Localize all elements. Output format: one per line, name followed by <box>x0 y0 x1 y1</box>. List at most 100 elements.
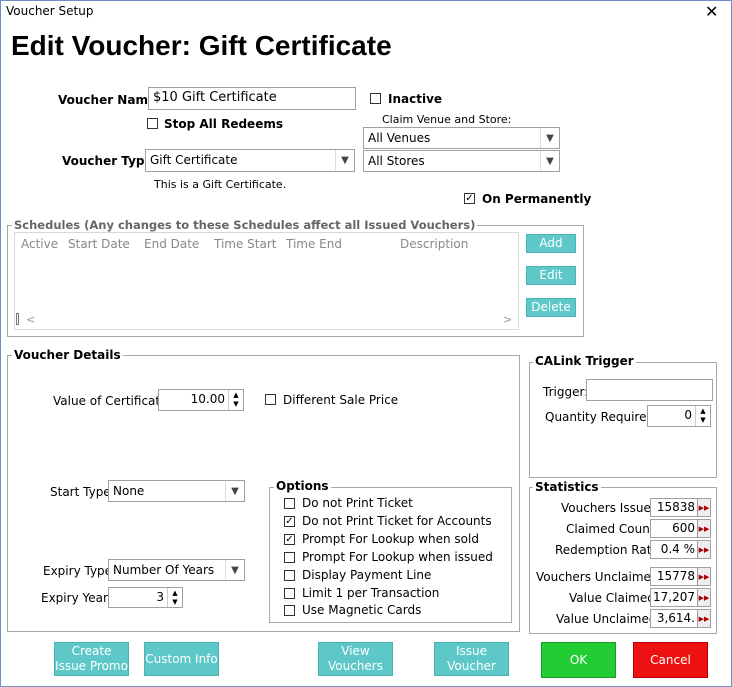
expiry-type-select[interactable]: Number Of Years ▼ <box>108 559 245 581</box>
stat-label: Value Claimed: <box>569 591 659 605</box>
custom-info-button[interactable]: Custom Info <box>144 642 219 676</box>
column-description: Description <box>400 237 469 251</box>
scrollbar-thumb[interactable] <box>16 313 19 325</box>
voucher-type-select[interactable]: Gift Certificate ▼ <box>145 149 355 172</box>
fast-forward-icon[interactable]: ▶▶ <box>697 610 710 627</box>
option-checkbox[interactable]: ✓ <box>284 534 295 545</box>
option-checkbox[interactable] <box>284 588 295 599</box>
spinner-arrows-icon[interactable]: ▲ ▼ <box>167 588 182 607</box>
expiry-years-label: Expiry Years: <box>41 591 119 605</box>
chevron-down-icon: ▼ <box>225 481 244 501</box>
stat-value-box[interactable]: 600 ▶▶ <box>650 519 711 538</box>
trigger-input[interactable] <box>586 379 713 401</box>
option-checkbox[interactable] <box>284 570 295 581</box>
stat-label: Vouchers Unclaimed: <box>536 570 663 584</box>
voucher-name-input[interactable]: $10 Gift Certificate <box>148 87 356 110</box>
option-checkbox[interactable] <box>284 498 295 509</box>
option-label: Do not Print Ticket for Accounts <box>302 514 492 528</box>
fast-forward-icon[interactable]: ▶▶ <box>697 589 710 606</box>
store-select[interactable]: All Stores ▼ <box>363 150 560 172</box>
calink-legend: CALink Trigger <box>533 354 636 368</box>
fast-forward-icon[interactable]: ▶▶ <box>697 520 710 537</box>
stop-redeems-checkbox[interactable] <box>147 118 158 129</box>
fast-forward-icon[interactable]: ▶▶ <box>697 499 710 516</box>
stat-value-box[interactable]: 0.4 % ▶▶ <box>650 540 711 559</box>
stat-label: Redemption Rate: <box>555 543 663 557</box>
on-permanently-checkbox[interactable]: ✓ <box>464 193 475 204</box>
edit-schedule-button[interactable]: Edit <box>526 266 576 285</box>
quantity-required-label: Quantity Required: <box>545 410 659 424</box>
stat-value: 600 <box>672 521 695 535</box>
voucher-name-label: Voucher Name: <box>58 93 161 107</box>
on-permanently-label: On Permanently <box>482 192 592 206</box>
start-type-select[interactable]: None ▼ <box>108 480 245 502</box>
column-active: Active <box>21 237 59 251</box>
inactive-checkbox[interactable] <box>370 93 381 104</box>
stat-value: 15778 <box>656 569 695 583</box>
options-legend: Options <box>274 479 331 493</box>
stat-value: 0.4 % <box>660 542 695 556</box>
quantity-required-input[interactable]: 0 ▲ ▼ <box>647 405 711 427</box>
option-label: Display Payment Line <box>302 568 432 582</box>
fast-forward-icon[interactable]: ▶▶ <box>697 541 710 558</box>
stat-value-box[interactable]: 15778 ▶▶ <box>650 567 711 586</box>
trigger-label: Trigger: <box>543 385 589 399</box>
ok-button[interactable]: OK <box>541 642 616 678</box>
voucher-type-description: This is a Gift Certificate. <box>154 178 287 191</box>
title-bar: Voucher Setup ✕ <box>0 0 732 24</box>
start-type-label: Start Type: <box>50 485 115 499</box>
option-checkbox[interactable] <box>284 552 295 563</box>
option-label: Limit 1 per Transaction <box>302 586 440 600</box>
chevron-down-icon: ▼ <box>335 150 354 171</box>
statistics-legend: Statistics <box>533 480 601 494</box>
cancel-button[interactable]: Cancel <box>633 642 708 678</box>
window-title: Voucher Setup <box>6 4 94 18</box>
scroll-left-icon[interactable]: < <box>26 313 35 326</box>
fast-forward-icon[interactable]: ▶▶ <box>697 568 710 585</box>
value-input[interactable]: 10.00 ▲ ▼ <box>158 389 244 411</box>
stat-value-box[interactable]: 17,207 ▶▶ <box>650 588 711 607</box>
different-sale-price-label: Different Sale Price <box>283 393 399 407</box>
stat-value: 15838 <box>656 500 695 514</box>
option-checkbox[interactable]: ✓ <box>284 516 295 527</box>
voucher-details-legend: Voucher Details <box>12 348 123 362</box>
add-schedule-button[interactable]: Add <box>526 234 576 253</box>
close-icon[interactable]: ✕ <box>705 2 718 21</box>
chevron-down-icon: ▼ <box>540 128 559 148</box>
start-type-value: None <box>113 484 145 498</box>
expiry-type-label: Expiry Type: <box>43 564 117 578</box>
stat-value: 3,614. <box>656 611 695 625</box>
issue-voucher-button[interactable]: Issue Voucher <box>434 642 509 676</box>
different-sale-price-checkbox[interactable] <box>265 394 276 405</box>
chevron-down-icon: ▼ <box>540 151 559 171</box>
view-vouchers-button[interactable]: View Vouchers <box>318 642 393 676</box>
expiry-years-input[interactable]: 3 ▲ ▼ <box>108 587 183 608</box>
chevron-down-icon: ▼ <box>225 560 244 580</box>
value-label: Value of Certificate: <box>53 394 172 408</box>
create-issue-promo-button[interactable]: Create Issue Promo <box>54 642 129 676</box>
column-time-end: Time End <box>286 237 342 251</box>
stat-label: Value Unclaimed: <box>556 612 661 626</box>
option-checkbox[interactable] <box>284 605 295 616</box>
spinner-arrows-icon[interactable]: ▲ ▼ <box>695 406 710 426</box>
venue-value: All Venues <box>368 131 431 145</box>
delete-schedule-button[interactable]: Delete <box>526 298 576 317</box>
scroll-right-icon[interactable]: > <box>503 313 512 326</box>
expiry-type-value: Number Of Years <box>113 563 215 577</box>
inactive-label: Inactive <box>388 92 443 106</box>
page-title: Edit Voucher: Gift Certificate <box>11 30 392 61</box>
column-end-date: End Date <box>144 237 200 251</box>
value-text: 10.00 <box>190 392 225 406</box>
voucher-type-value: Gift Certificate <box>150 153 238 167</box>
stat-value-box[interactable]: 15838 ▶▶ <box>650 498 711 517</box>
stat-label: Claimed Count: <box>566 522 659 536</box>
claim-venue-label: Claim Venue and Store: <box>382 113 512 126</box>
venue-select[interactable]: All Venues ▼ <box>363 127 560 149</box>
spinner-arrows-icon[interactable]: ▲ ▼ <box>228 390 243 410</box>
option-label: Use Magnetic Cards <box>302 603 422 617</box>
schedules-legend: Schedules (Any changes to these Schedule… <box>12 218 478 232</box>
column-time-start: Time Start <box>214 237 277 251</box>
stat-value-box[interactable]: 3,614. ▶▶ <box>650 609 711 628</box>
option-label: Do not Print Ticket <box>302 496 413 510</box>
quantity-required-text: 0 <box>684 408 692 422</box>
